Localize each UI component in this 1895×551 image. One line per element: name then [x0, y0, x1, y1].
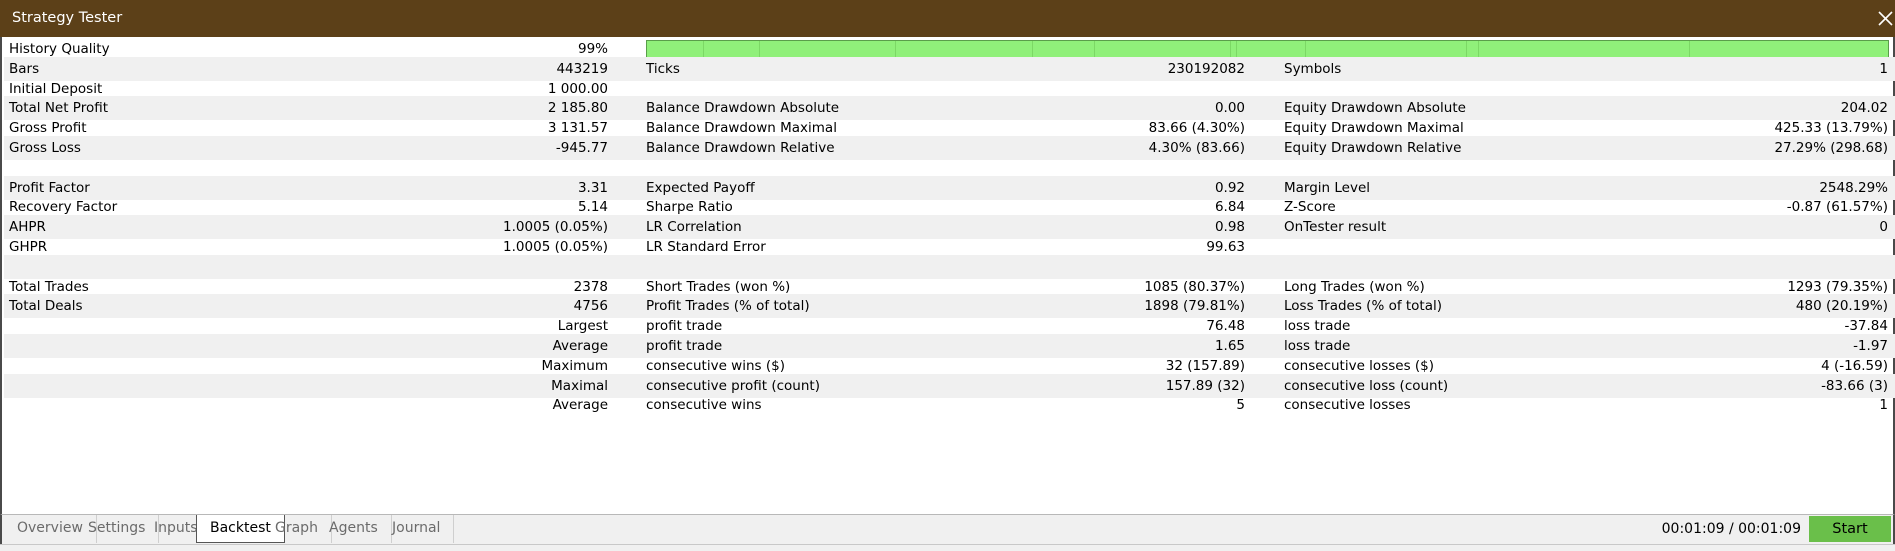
status-bar	[0, 544, 1895, 551]
backtest-report: History Quality 99% Bars 443219 Ticks 23019…	[0, 37, 1895, 514]
metric-label-col3: consecutive losses	[1284, 397, 1411, 413]
tab-bar: Overview Settings Inputs Backtest Graph Agent…	[0, 514, 1895, 544]
metric-value-col2: 5	[1236, 397, 1245, 413]
title-bar: Strategy Tester	[0, 0, 1895, 37]
elapsed-timer: 00:01:09 / 00:01:09	[1661, 521, 1801, 537]
tab-journal[interactable]: Journal	[379, 515, 455, 543]
metric-value-col3: 1	[1879, 397, 1888, 413]
metric-value-col1: Average	[552, 397, 608, 413]
metric-label-col2: consecutive wins	[646, 397, 762, 413]
report-row: Average consecutive wins 5 consecutive loss…	[4, 393, 1895, 417]
close-icon[interactable]	[1875, 7, 1895, 29]
start-button[interactable]: Start	[1809, 516, 1891, 542]
window-title: Strategy Tester	[12, 10, 123, 26]
